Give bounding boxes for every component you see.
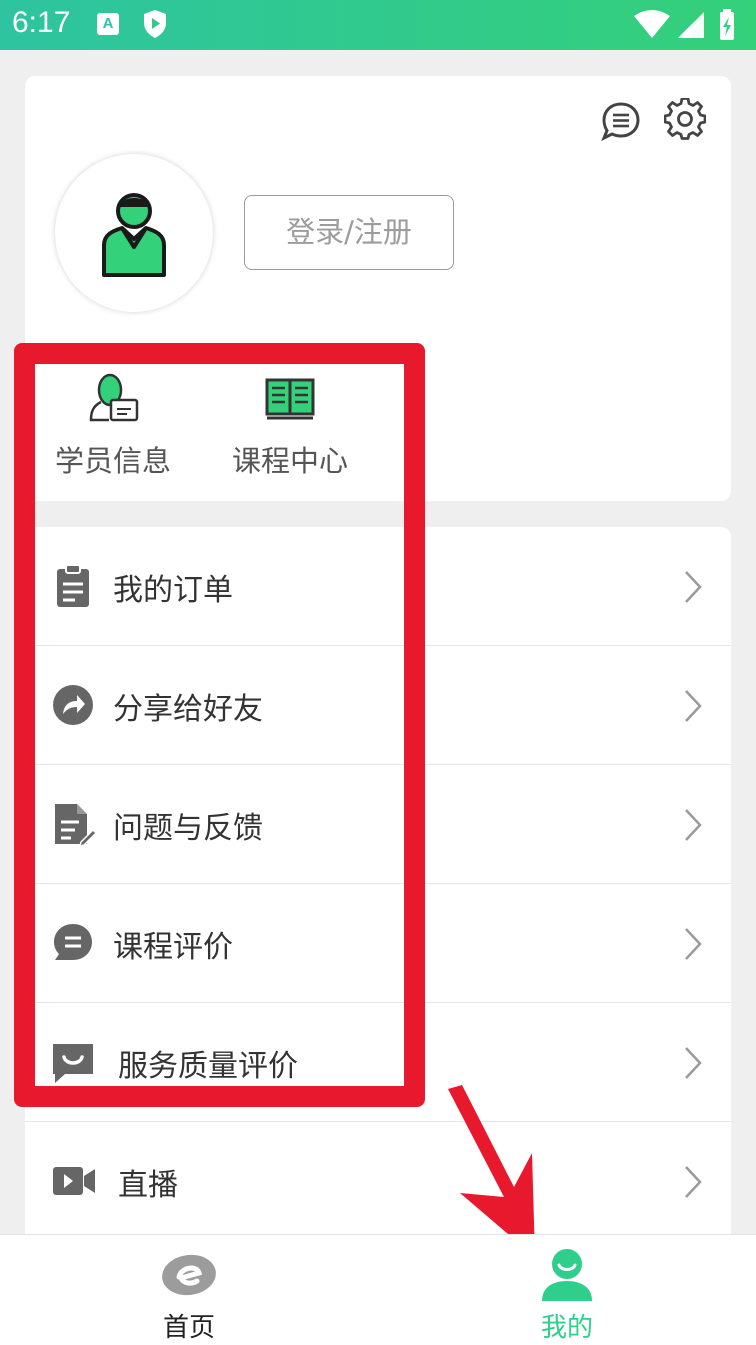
nav-tab-label: 首页 xyxy=(162,1313,215,1343)
smile-chat-icon xyxy=(53,1044,93,1083)
gear-icon[interactable] xyxy=(664,98,706,140)
menu-item-label: 直播 xyxy=(118,1168,178,1203)
chevron-right-icon xyxy=(685,928,702,960)
menu-item-my-orders[interactable]: 我的订单 xyxy=(25,527,731,646)
avatar[interactable] xyxy=(55,154,213,312)
chevron-right-icon xyxy=(685,571,702,603)
nav-tab-label: 我的 xyxy=(540,1313,593,1343)
shield-icon xyxy=(144,10,166,38)
nav-tab-mine[interactable]: 我的 xyxy=(487,1235,647,1345)
menu-item-live[interactable]: 直播 xyxy=(25,1122,731,1241)
nav-tab-home[interactable]: 首页 xyxy=(109,1235,269,1345)
menu-item-label: 分享给好友 xyxy=(113,692,263,727)
menu-item-course-review[interactable]: 课程评价 xyxy=(25,884,731,1003)
menu-item-service-review[interactable]: 服务质量评价 xyxy=(25,1003,731,1122)
quick-item-student-info[interactable]: 学员信息 xyxy=(38,368,188,480)
menu-item-label: 我的订单 xyxy=(113,573,233,608)
user-avatar-icon xyxy=(102,193,166,277)
menu-item-label: 问题与反馈 xyxy=(113,811,263,846)
comment-icon xyxy=(54,924,92,960)
menu-item-share[interactable]: 分享给好友 xyxy=(25,646,731,765)
chevron-right-icon xyxy=(685,1166,702,1198)
quick-item-course-center[interactable]: 课程中心 xyxy=(215,368,365,480)
book-icon xyxy=(265,378,315,420)
menu-item-feedback[interactable]: 问题与反馈 xyxy=(25,765,731,884)
profile-card: 登录/注册 学员信息 课程中心 xyxy=(25,76,731,501)
share-icon xyxy=(53,685,93,725)
a-notification-icon: A xyxy=(97,13,119,35)
e-logo-icon xyxy=(162,1254,216,1296)
user-icon xyxy=(542,1249,592,1301)
feedback-doc-icon xyxy=(55,804,95,846)
student-info-icon xyxy=(89,373,139,422)
menu-list: 我的订单 分享给好友 问题与反馈 课程评价 服务质量评价 直播 xyxy=(25,527,731,1247)
bottom-nav: 首页 我的 xyxy=(0,1234,756,1345)
message-icon[interactable] xyxy=(600,100,642,142)
video-camera-icon xyxy=(53,1167,95,1195)
clipboard-icon xyxy=(57,564,89,607)
chevron-right-icon xyxy=(685,690,702,722)
wifi-icon xyxy=(634,10,670,38)
menu-item-label: 服务质量评价 xyxy=(118,1049,298,1084)
menu-item-label: 课程评价 xyxy=(113,930,233,965)
chevron-right-icon xyxy=(685,1047,702,1079)
chevron-right-icon xyxy=(685,809,702,841)
quick-item-label: 学员信息 xyxy=(54,444,171,478)
status-time: 6:17 xyxy=(12,6,71,39)
login-register-button[interactable]: 登录/注册 xyxy=(244,195,454,270)
status-bar: 6:17 A xyxy=(0,0,756,50)
status-icons xyxy=(634,9,734,40)
quick-item-label: 课程中心 xyxy=(231,444,348,478)
